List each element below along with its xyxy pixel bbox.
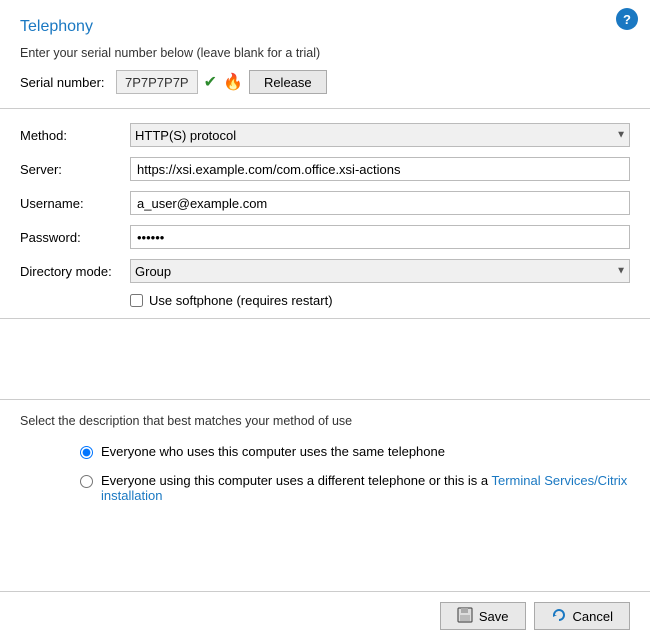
method-select[interactable]: HTTP(S) protocol SIP protocol: [130, 123, 630, 147]
radio-label-1: Everyone who uses this computer uses the…: [101, 444, 445, 459]
username-row: Username:: [20, 191, 630, 215]
server-row: Server:: [20, 157, 630, 181]
save-label: Save: [479, 609, 509, 624]
softphone-checkbox[interactable]: [130, 294, 143, 307]
description-section: Select the description that best matches…: [0, 399, 650, 531]
footer: Save Cancel: [0, 591, 650, 640]
save-icon: [457, 607, 473, 626]
directory-mode-row: Directory mode: Group Enterprise ▼: [20, 259, 630, 283]
flame-icon: 🔥: [223, 72, 243, 92]
method-row: Method: HTTP(S) protocol SIP protocol ▼: [20, 123, 630, 147]
help-icon[interactable]: ?: [616, 8, 638, 30]
serial-value: 7P7P7P7P: [116, 70, 198, 94]
radio-label-2-text1: Everyone using this computer uses a diff…: [101, 473, 491, 488]
server-input[interactable]: [130, 157, 630, 181]
radio-option-2: Everyone using this computer uses a diff…: [80, 473, 630, 503]
middle-space: [0, 319, 650, 399]
serial-row: Serial number: 7P7P7P7P ✔ 🔥 Release: [20, 70, 630, 94]
directory-mode-label: Directory mode:: [20, 264, 130, 279]
form-section: Method: HTTP(S) protocol SIP protocol ▼ …: [0, 109, 650, 319]
cancel-label: Cancel: [573, 609, 613, 624]
cancel-icon: [551, 607, 567, 626]
check-icon: ✔: [204, 72, 217, 92]
directory-mode-select-wrapper: Group Enterprise ▼: [130, 259, 630, 283]
release-button[interactable]: Release: [249, 70, 327, 94]
password-row: Password:: [20, 225, 630, 249]
directory-mode-select[interactable]: Group Enterprise: [130, 259, 630, 283]
method-label: Method:: [20, 128, 130, 143]
radio-option-1: Everyone who uses this computer uses the…: [80, 444, 630, 459]
serial-label: Serial number:: [20, 75, 110, 90]
username-input[interactable]: [130, 191, 630, 215]
serial-hint: Enter your serial number below (leave bl…: [20, 46, 630, 60]
softphone-label: Use softphone (requires restart): [149, 293, 333, 308]
save-button[interactable]: Save: [440, 602, 526, 630]
page-container: ? Telephony Enter your serial number bel…: [0, 0, 650, 640]
radio-label-2: Everyone using this computer uses a diff…: [101, 473, 630, 503]
method-select-wrapper: HTTP(S) protocol SIP protocol ▼: [130, 123, 630, 147]
server-label: Server:: [20, 162, 130, 177]
page-title: Telephony: [0, 0, 650, 46]
username-label: Username:: [20, 196, 130, 211]
serial-section: Enter your serial number below (leave bl…: [0, 46, 650, 109]
description-hint: Select the description that best matches…: [20, 414, 630, 428]
radio-same-telephone[interactable]: [80, 446, 93, 459]
password-input[interactable]: [130, 225, 630, 249]
softphone-row: Use softphone (requires restart): [130, 293, 630, 308]
password-label: Password:: [20, 230, 130, 245]
cancel-button[interactable]: Cancel: [534, 602, 630, 630]
radio-different-telephone[interactable]: [80, 475, 93, 488]
